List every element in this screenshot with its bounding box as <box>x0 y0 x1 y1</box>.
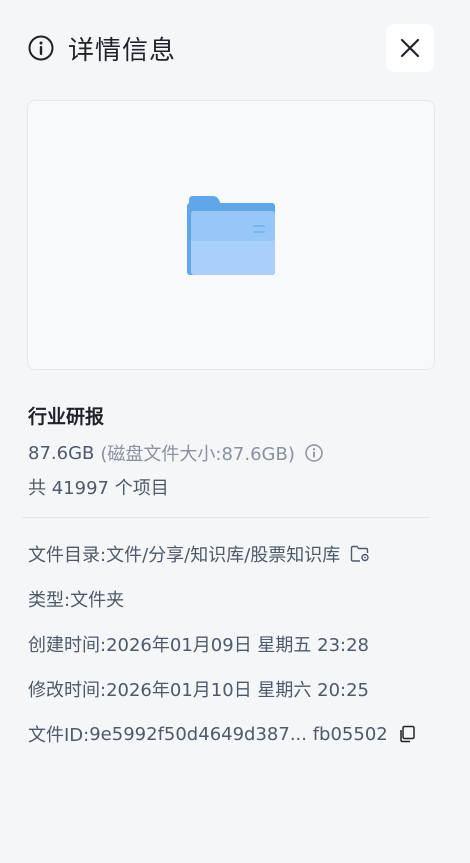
created-label: 创建时间: <box>28 635 107 656</box>
type-label: 类型: <box>28 590 71 611</box>
modified-label: 修改时间: <box>28 680 107 701</box>
file-id-row: 文件ID: 9e5992f50d4649d387... fb05502 <box>28 721 416 747</box>
file-size-row: 87.6GB (磁盘文件大小:87.6GB) <box>28 440 323 466</box>
close-icon <box>400 38 420 58</box>
copy-icon[interactable] <box>398 725 416 743</box>
close-button[interactable] <box>386 24 434 72</box>
directory-value: 文件/分享/知识库/股票知识库 <box>106 545 341 566</box>
directory-label: 文件目录: <box>28 545 107 566</box>
modified-value: 2026年01月10日 星期六 20:25 <box>106 680 370 701</box>
divider <box>22 517 430 518</box>
created-row: 创建时间: 2026年01月09日 星期五 23:28 <box>28 631 369 657</box>
item-count: 共 41997 个项目 <box>28 478 169 499</box>
created-value: 2026年01月09日 星期五 23:28 <box>106 635 370 656</box>
info-circle-icon[interactable] <box>305 444 323 462</box>
folder-icon <box>187 195 275 275</box>
folder-locate-icon[interactable] <box>350 545 370 563</box>
file-size: 87.6GB <box>28 442 95 464</box>
file-name: 行业研报 <box>28 406 105 428</box>
file-preview <box>27 100 435 370</box>
directory-row: 文件目录: 文件/分享/知识库/股票知识库 <box>28 541 370 567</box>
type-row: 类型: 文件夹 <box>28 586 124 612</box>
page-title: 详情信息 <box>68 35 177 66</box>
info-circle-icon <box>28 35 54 61</box>
file-id-value: 9e5992f50d4649d387... fb05502 <box>89 723 388 745</box>
modified-row: 修改时间: 2026年01月10日 星期六 20:25 <box>28 676 369 702</box>
details-header: 详情信息 <box>28 24 434 72</box>
type-value: 文件夹 <box>70 590 125 611</box>
disk-size: (磁盘文件大小:87.6GB) <box>100 444 295 465</box>
file-id-label: 文件ID: <box>28 725 90 746</box>
